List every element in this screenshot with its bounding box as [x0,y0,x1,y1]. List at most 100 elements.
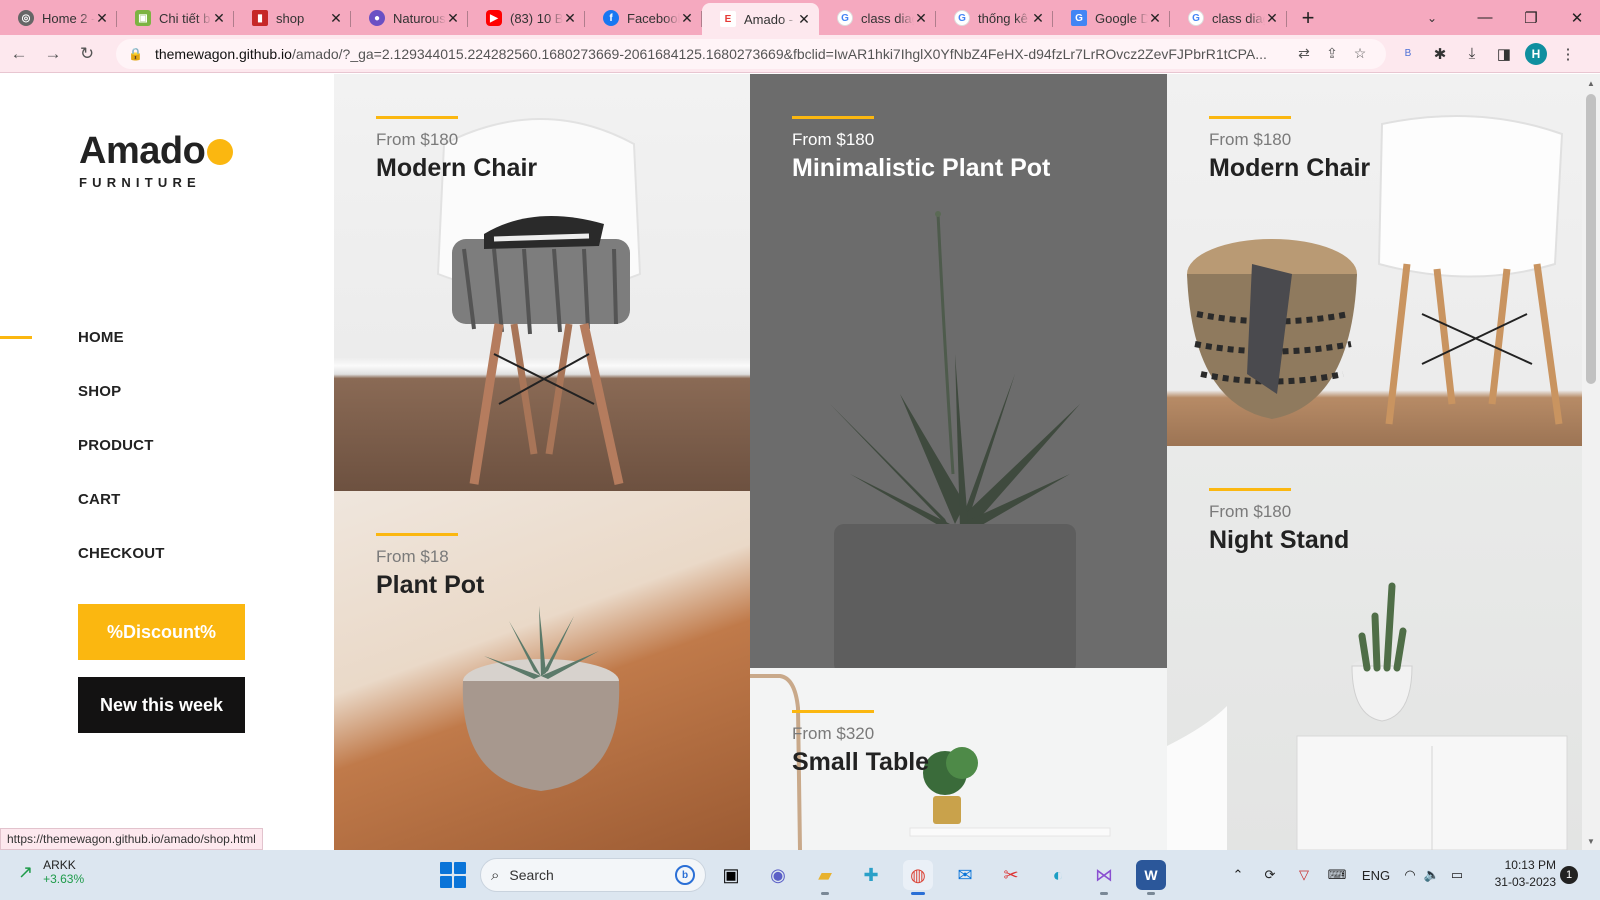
extensions-puzzle-icon[interactable]: ✱ [1424,39,1456,69]
browser-tab[interactable]: Gclass diag ✕ [1170,3,1287,33]
browser-tab[interactable]: f Facebook ✕ [585,3,702,33]
word-icon[interactable]: W [1136,860,1166,895]
discount-button[interactable]: %Discount% [78,604,245,660]
mail-icon[interactable]: ✉ [950,860,980,890]
menu-item-shop[interactable]: SHOP [0,364,300,418]
browser-tab[interactable]: G Google D ✕ [1053,3,1170,33]
close-icon[interactable]: ✕ [914,10,928,27]
file-explorer-icon[interactable]: ▰ [810,860,840,895]
google-icon: G [837,10,853,26]
back-icon[interactable]: ← [4,39,34,69]
product-card[interactable]: From $180 Minimalistic Plant Pot [750,74,1167,668]
close-icon[interactable]: ✕ [680,10,694,27]
card-accent-bar [376,116,458,119]
edge-icon[interactable]: ◐ [1043,860,1073,890]
browser-tab[interactable]: Gthống kê ✕ [936,3,1053,33]
minimize-icon[interactable]: — [1462,0,1508,35]
page-scrollbar[interactable]: ▲ ▼ [1582,74,1600,850]
task-view-icon[interactable]: ▣ [716,860,746,890]
bookmark-star-icon[interactable]: ☆ [1346,42,1374,66]
product-card[interactable]: From $180 Modern Chair [1167,74,1582,446]
close-icon[interactable]: ✕ [563,10,577,27]
product-card[interactable]: From $18 Plant Pot [334,491,750,850]
profile-button[interactable]: H [1520,39,1552,69]
browser-tab[interactable]: ● Naturous ✕ [351,3,468,33]
link-status-bubble: https://themewagon.github.io/amado/shop.… [0,828,263,850]
sync-icon[interactable]: ⟳ [1258,860,1282,890]
close-icon[interactable]: ✕ [446,10,460,27]
battery-icon[interactable]: ▭ [1446,860,1468,890]
menu-item-checkout[interactable]: CHECKOUT [0,526,300,580]
product-card[interactable]: From $180 Night Stand [1167,446,1582,850]
clock[interactable]: 10:13 PM 31-03-2023 [1480,857,1556,891]
scrollbar-thumb[interactable] [1586,94,1596,384]
address-bar[interactable]: 🔒 themewagon.github.io/amado/?_ga=2.1293… [116,38,1386,69]
close-icon[interactable]: ✕ [1031,10,1045,27]
menu-item-cart[interactable]: CART [0,472,300,526]
stock-widget[interactable]: ↗ ARKK +3.63% [18,858,84,886]
amado-icon: E [720,11,736,27]
side-panel-icon[interactable]: ◨ [1488,39,1520,69]
keyboard-icon[interactable]: ⌨ [1324,860,1350,890]
show-hidden-icons[interactable]: ⌃ [1228,860,1248,890]
snipping-tool-icon[interactable]: ✂ [996,860,1026,890]
tab-search-icon[interactable]: ⌄ [1420,6,1444,30]
chat-icon[interactable]: ◉ [763,860,793,890]
logo[interactable]: Amado FURNITURE [79,130,234,190]
scroll-up-icon[interactable]: ▲ [1582,76,1600,90]
browser-tab[interactable]: Gclass diag ✕ [819,3,936,33]
forward-icon[interactable]: → [38,39,68,69]
taskbar-search[interactable]: ⌕ Search b [480,858,706,892]
close-icon[interactable]: ✕ [797,11,811,28]
visual-studio-icon[interactable]: ⋈ [1089,860,1119,895]
window-close-icon[interactable]: ✕ [1554,0,1600,35]
scroll-down-icon[interactable]: ▼ [1582,834,1600,848]
browser-tab[interactable]: ▶ (83) 10 B ✕ [468,3,585,33]
share-icon[interactable]: ⇪ [1318,42,1346,66]
wifi-icon[interactable]: ◠ [1400,860,1420,890]
browser-tab[interactable]: ▣ Chi tiết b ✕ [117,3,234,33]
menu-kebab-icon[interactable]: ⋮ [1552,39,1584,69]
browser-tab[interactable]: ◎ Home 2 - ✕ [0,3,117,33]
card-accent-bar [1209,116,1291,119]
product-card[interactable]: From $320 Small Table [750,668,1167,850]
menu-item-product[interactable]: PRODUCT [0,418,300,472]
product-card[interactable]: From $180 Modern Chair [334,74,750,491]
browser-tab-strip: ◎ Home 2 - ✕ ▣ Chi tiết b ✕ ▮ shop ✕ ● Naturous… [0,0,1600,35]
extension-b-icon[interactable]: B [1392,39,1424,69]
translate-icon[interactable]: ⇄ [1290,42,1318,66]
facebook-icon: f [603,10,619,26]
menu-item-home[interactable]: HOME [0,310,300,364]
language-indicator[interactable]: ENG [1360,860,1392,890]
download-icon[interactable]: ⤓ [1456,39,1488,69]
card-accent-bar [1209,488,1291,491]
logo-dot-icon [207,139,234,165]
product-name: Modern Chair [1209,154,1371,182]
close-icon[interactable]: ✕ [212,10,226,27]
close-icon[interactable]: ✕ [1265,10,1279,27]
browser-tab[interactable]: ▮ shop ✕ [234,3,351,33]
antivirus-icon[interactable]: ▽ [1292,860,1316,890]
volume-icon[interactable]: 🔈 [1422,860,1442,890]
browser-tab-active[interactable]: E Amado - ✕ [702,3,819,35]
windows-start-icon[interactable] [440,862,466,888]
chrome-icon[interactable]: ◍ [903,860,933,895]
new-this-week-button[interactable]: New this week [78,677,245,733]
lock-icon[interactable]: 🔒 [128,47,143,61]
product-name: Small Table [792,748,930,776]
restore-icon[interactable]: ❐ [1508,0,1554,35]
close-icon[interactable]: ✕ [329,10,343,27]
close-icon[interactable]: ✕ [1148,10,1162,27]
product-price: From $180 [792,130,875,149]
bing-icon[interactable]: b [675,865,695,885]
close-icon[interactable]: ✕ [95,10,109,27]
notification-badge[interactable]: 1 [1560,866,1578,884]
google-translate-icon: G [1071,10,1087,26]
url-text[interactable]: themewagon.github.io/amado/?_ga=2.129344… [155,46,1290,62]
sidebar: Amado FURNITURE HOME SHOP PRODUCT CART C… [0,74,334,850]
stock-trend-icon: ↗ [18,861,34,882]
reload-icon[interactable]: ↻ [72,39,102,69]
stock-change: +3.63% [43,872,85,886]
new-tab-button[interactable]: + [1291,3,1325,33]
app-icon[interactable]: ✚ [856,860,886,890]
